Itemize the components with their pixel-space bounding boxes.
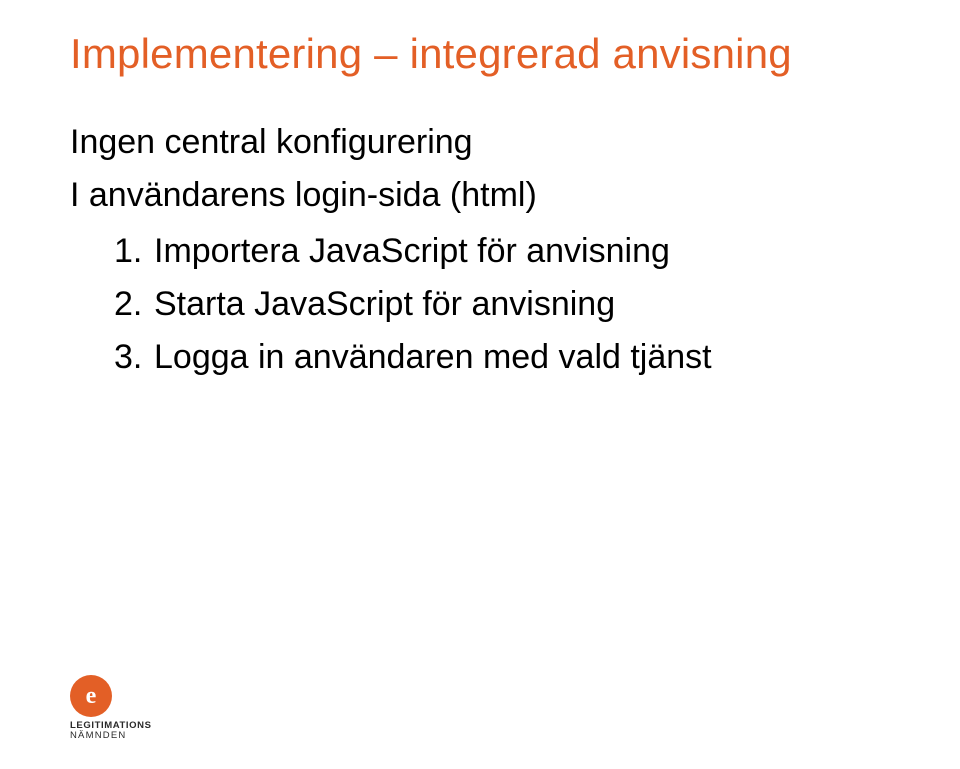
logo-mark-icon: e <box>70 675 112 717</box>
list-item-text: Starta JavaScript för anvisning <box>154 285 615 323</box>
list-item-text: Logga in användaren med vald tjänst <box>154 338 712 376</box>
list-item-number: 1. <box>114 227 154 276</box>
list-item: 3.Logga in användaren med vald tjänst <box>114 333 920 382</box>
body-line-1: Ingen central konfigurering <box>70 118 920 167</box>
list-item-text: Importera JavaScript för anvisning <box>154 232 670 270</box>
slide-body: Ingen central konfigurering I användaren… <box>70 118 920 382</box>
slide-title: Implementering – integrerad anvisning <box>70 30 920 78</box>
slide: Implementering – integrerad anvisning In… <box>0 0 960 769</box>
body-line-2: I användarens login-sida (html) <box>70 171 920 220</box>
list-item-number: 2. <box>114 280 154 329</box>
numbered-list: 1.Importera JavaScript för anvisning 2.S… <box>70 227 920 383</box>
list-item: 2.Starta JavaScript för anvisning <box>114 280 920 329</box>
list-item: 1.Importera JavaScript för anvisning <box>114 227 920 276</box>
list-item-number: 3. <box>114 333 154 382</box>
brand-logo: e LEGITIMATIONS NÄMNDEN <box>70 675 152 741</box>
logo-word-2: NÄMNDEN <box>70 731 152 741</box>
logo-letter: e <box>86 683 97 710</box>
